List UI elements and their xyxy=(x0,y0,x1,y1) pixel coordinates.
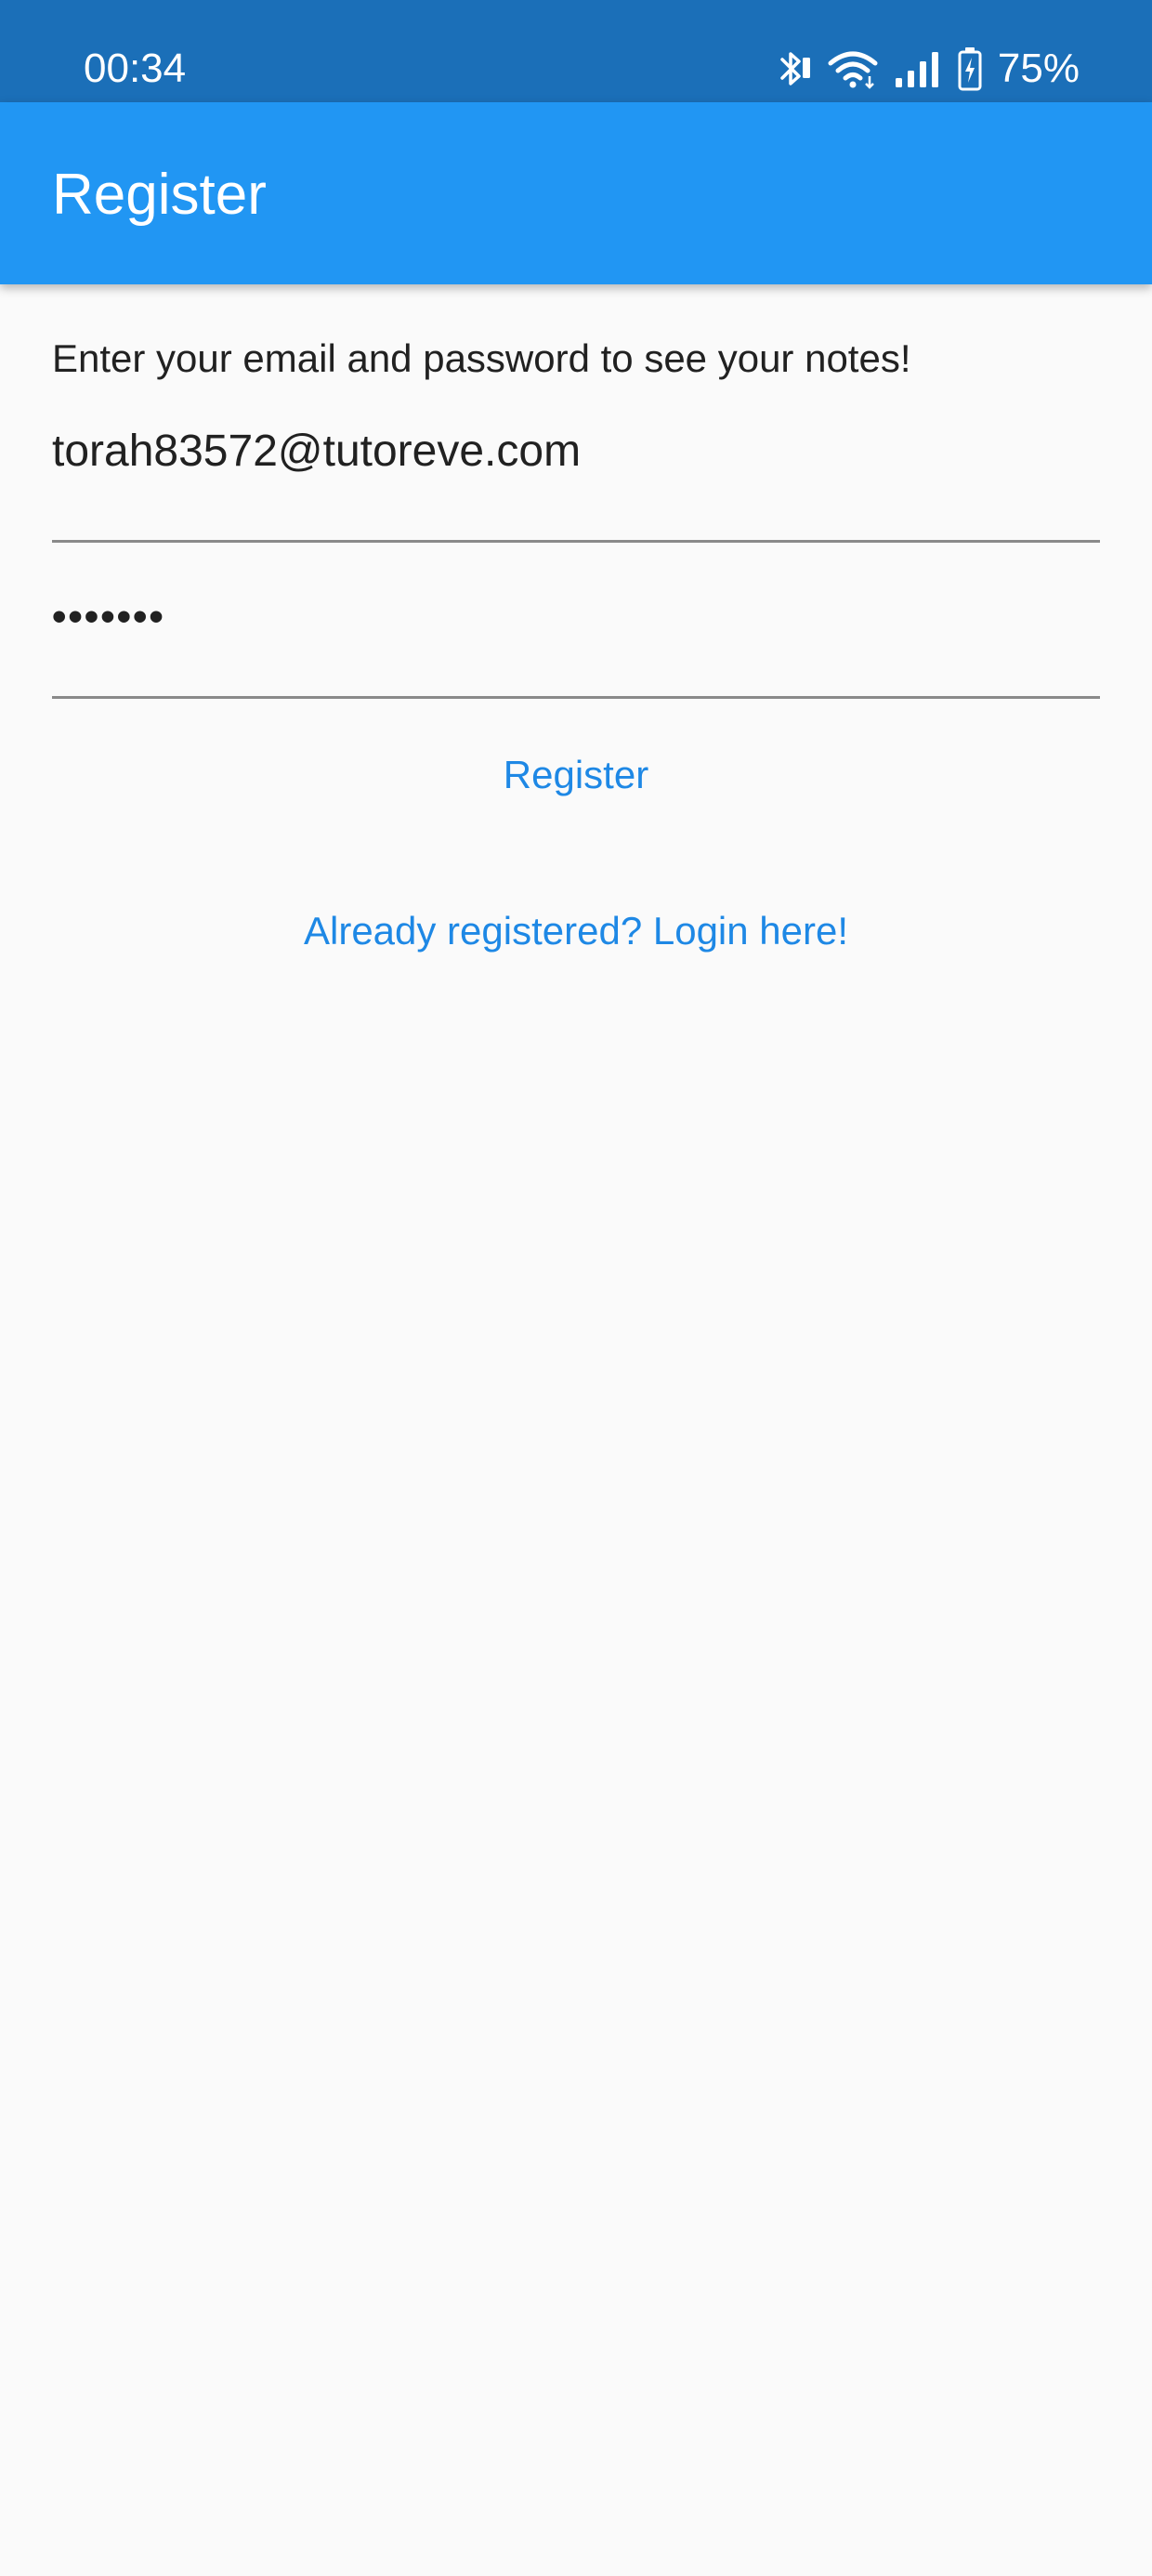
password-field[interactable]: ••••••• xyxy=(52,580,1100,699)
battery-charging-icon xyxy=(957,46,983,91)
signal-icon xyxy=(894,48,942,89)
battery-percent: 75% xyxy=(997,46,1080,91)
page-title: Register xyxy=(52,163,267,227)
status-time: 00:34 xyxy=(84,46,187,91)
wifi-icon xyxy=(827,48,879,89)
status-bar: 00:34 75% xyxy=(0,0,1152,102)
register-button[interactable]: Register xyxy=(52,747,1100,803)
instruction-text: Enter your email and password to see you… xyxy=(52,336,911,380)
bluetooth-icon xyxy=(775,48,812,89)
app-bar: Register xyxy=(0,102,1152,284)
status-icons: 75% xyxy=(775,41,1080,97)
email-input[interactable]: torah83572@tutoreve.com xyxy=(52,422,1100,481)
login-link[interactable]: Already registered? Login here! xyxy=(52,903,1100,959)
password-input[interactable]: ••••••• xyxy=(52,587,1100,647)
email-field[interactable]: torah83572@tutoreve.com xyxy=(52,422,1100,543)
